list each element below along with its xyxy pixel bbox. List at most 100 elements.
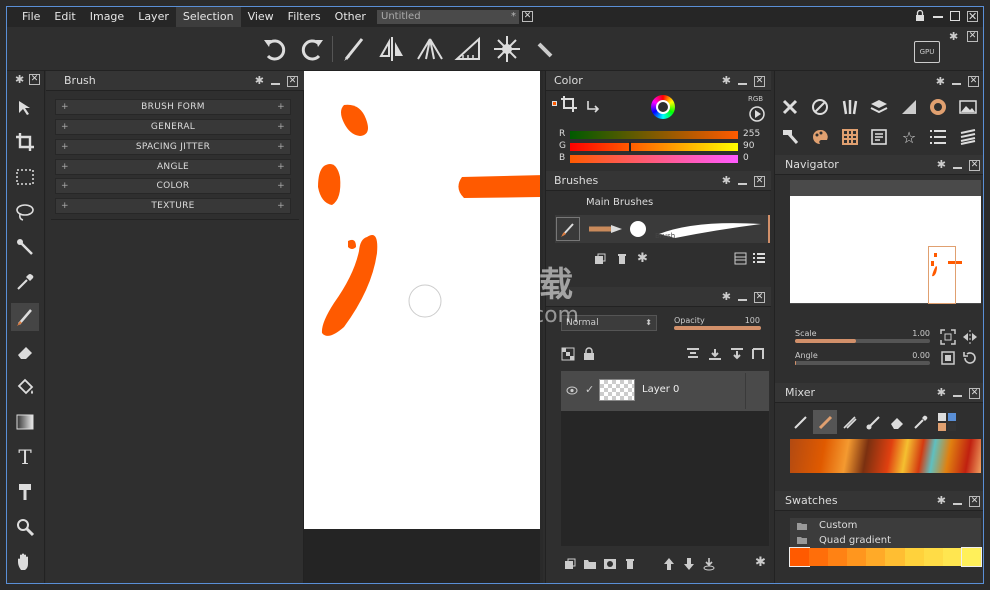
opacity-value[interactable]: 100 <box>728 316 760 325</box>
move-layer-up-icon[interactable] <box>663 557 675 571</box>
brush-round-tip-icon[interactable] <box>630 221 646 237</box>
swatch-set-custom[interactable]: Custom <box>819 520 857 531</box>
color-mode-label[interactable]: RGB <box>748 95 763 103</box>
close-window-icon[interactable]: ✕ <box>967 11 978 22</box>
actual-size-icon[interactable] <box>940 350 956 366</box>
fit-screen-icon[interactable] <box>940 329 956 345</box>
eyedropper-tool-icon[interactable] <box>11 268 39 296</box>
menu-other[interactable]: Other <box>328 7 373 27</box>
swap-colors-icon[interactable] <box>586 99 600 113</box>
channel-g-marker[interactable] <box>629 142 631 152</box>
mixer-close-icon[interactable]: ✕ <box>969 387 980 399</box>
pencil-small-icon[interactable] <box>529 34 559 64</box>
brush-list-view-icon[interactable] <box>752 252 766 265</box>
brushes-close-icon[interactable]: ✕ <box>754 175 765 187</box>
opacity-slider[interactable] <box>674 326 761 330</box>
eraser-tool-icon[interactable] <box>11 338 39 366</box>
swatch-color[interactable] <box>788 547 811 567</box>
new-layer-icon[interactable] <box>564 558 576 570</box>
palette-grid-icon[interactable] <box>808 125 832 149</box>
mixer-brush-icon[interactable] <box>788 410 812 434</box>
mixer-blend-icon[interactable] <box>813 410 837 434</box>
star-grid-icon[interactable]: ☆ <box>897 125 921 149</box>
toolbar-close-icon[interactable]: ✕ <box>967 31 978 42</box>
tools-settings-icon[interactable]: ✱ <box>15 73 24 86</box>
color-wheel-icon[interactable] <box>651 95 675 119</box>
section-texture[interactable]: + TEXTURE + <box>55 198 291 214</box>
fill-tool-icon[interactable] <box>11 373 39 401</box>
navigator-preview[interactable] <box>790 180 981 304</box>
mixer-eyedropper-icon[interactable] <box>909 410 933 434</box>
color-crop-icon[interactable] <box>560 95 578 113</box>
color-grid-icon[interactable] <box>926 95 950 119</box>
layer-options-icon[interactable]: ✱ <box>755 555 766 570</box>
new-brush-icon[interactable] <box>594 253 606 265</box>
maximize-icon[interactable] <box>950 11 960 21</box>
swatches-settings-icon[interactable]: ✱ <box>937 491 946 511</box>
brush-tip-icon[interactable] <box>556 217 580 241</box>
flip-horizontal-icon[interactable] <box>962 329 978 345</box>
mixer-wet-brush-icon[interactable] <box>861 410 885 434</box>
section-angle[interactable]: + ANGLE + <box>55 159 291 175</box>
tools-close-icon[interactable]: ✕ <box>29 74 40 85</box>
swatch-color[interactable] <box>866 548 886 566</box>
zoom-tool-icon[interactable] <box>11 513 39 541</box>
layer-mask-icon[interactable] <box>751 348 765 360</box>
mixer-smudge-icon[interactable] <box>837 410 861 434</box>
current-color-swatch[interactable] <box>552 101 557 106</box>
delete-layer-icon[interactable] <box>624 558 636 570</box>
crop-tool-icon[interactable] <box>11 128 39 156</box>
navigator-minimize-icon[interactable] <box>953 167 962 169</box>
list-grid-icon[interactable] <box>926 125 950 149</box>
mixer-minimize-icon[interactable] <box>953 395 962 397</box>
swatch-color[interactable] <box>885 548 905 566</box>
hammer-grid-icon[interactable] <box>778 125 802 149</box>
merge-down-icon[interactable] <box>708 348 722 360</box>
brushes-grid-icon[interactable] <box>838 95 862 119</box>
move-layer-down-icon[interactable] <box>683 557 695 571</box>
toolbar-settings-icon[interactable]: ✱ <box>949 30 958 43</box>
layer-name[interactable]: Layer 0 <box>642 384 679 395</box>
swatches-minimize-icon[interactable] <box>953 503 962 505</box>
channel-b-slider[interactable] <box>570 155 738 163</box>
lock-icon[interactable] <box>915 9 925 25</box>
magic-wand-tool-icon[interactable] <box>11 233 39 261</box>
section-color[interactable]: + COLOR + <box>55 178 291 194</box>
menu-layer[interactable]: Layer <box>131 7 176 27</box>
channel-g-slider[interactable] <box>570 143 738 151</box>
swatch-color[interactable] <box>809 548 829 566</box>
mixer-canvas[interactable] <box>790 439 981 473</box>
move-tool-icon[interactable] <box>11 93 39 121</box>
new-folder-icon[interactable] <box>583 558 597 570</box>
symmetry-icon[interactable] <box>377 34 407 64</box>
navigator-viewport-frame[interactable] <box>928 246 956 304</box>
mixer-palette-icon[interactable] <box>935 410 959 434</box>
menu-image[interactable]: Image <box>83 7 131 27</box>
reset-rotation-icon[interactable] <box>962 350 978 366</box>
redo-icon[interactable] <box>297 34 327 64</box>
undo-icon[interactable] <box>260 34 290 64</box>
brush-options-icon[interactable]: ✱ <box>637 251 648 266</box>
color-panel-minimize-icon[interactable] <box>738 83 747 85</box>
brush-tool-icon[interactable] <box>11 303 39 331</box>
perspective-icon[interactable] <box>415 34 445 64</box>
navigator-settings-icon[interactable]: ✱ <box>937 155 946 175</box>
swatch-color[interactable] <box>923 548 943 566</box>
color-panel-settings-icon[interactable]: ✱ <box>722 71 731 91</box>
play-icon[interactable] <box>749 106 765 122</box>
angle-value[interactable]: 0.00 <box>892 351 930 360</box>
text-tool-icon[interactable]: T <box>11 443 39 471</box>
minimize-icon[interactable] <box>933 16 943 18</box>
tools-settings-grid-icon[interactable] <box>778 95 802 119</box>
swatch-color[interactable] <box>942 548 962 566</box>
layer-row[interactable]: ✓ Layer 0 <box>561 371 769 411</box>
layers-minimize-icon[interactable] <box>738 299 747 301</box>
layers-settings-icon[interactable]: ✱ <box>722 287 731 307</box>
navigator-close-icon[interactable]: ✕ <box>969 159 980 171</box>
swatch-grid-icon[interactable] <box>838 125 862 149</box>
brush-panel-minimize-icon[interactable] <box>271 83 280 85</box>
brush-scroll-indicator[interactable] <box>768 215 770 243</box>
channel-g-value[interactable]: 90 <box>743 141 754 151</box>
scale-slider[interactable] <box>795 339 930 343</box>
close-document-icon[interactable]: ✕ <box>522 11 533 22</box>
